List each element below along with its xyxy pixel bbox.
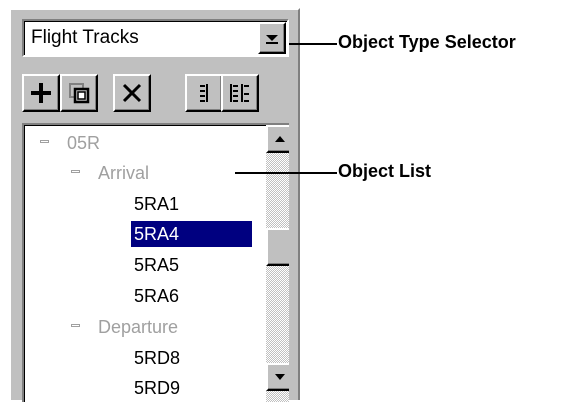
list-item-selected[interactable]: 5RA4 (131, 221, 252, 247)
expand-list-icon (230, 84, 249, 102)
object-panel: Flight Tracks 05R Arrival 5RA1 5RA4 5RA5… (9, 8, 300, 402)
chevron-down-icon (266, 35, 278, 44)
collapse-all-button[interactable] (185, 74, 223, 112)
tree-group-arrival[interactable]: Arrival (98, 160, 149, 186)
list-item[interactable]: 5RD9 (134, 375, 180, 401)
tree-group-05r[interactable]: 05R (67, 130, 100, 156)
add-button[interactable] (22, 74, 60, 112)
collapse-list-icon (200, 84, 208, 102)
chevron-up-icon (275, 136, 285, 142)
object-type-selector-value: Flight Tracks (31, 27, 139, 48)
copy-icon (69, 83, 90, 104)
plus-icon (31, 83, 51, 103)
callout-leader-selector (289, 43, 337, 45)
collapse-toggle-icon[interactable] (71, 170, 80, 173)
list-item[interactable]: 5RA5 (134, 252, 179, 278)
object-type-selector[interactable]: Flight Tracks (22, 19, 289, 57)
scrollbar-thumb[interactable] (266, 228, 289, 266)
callout-object-type-selector: Object Type Selector (338, 32, 516, 52)
scroll-up-button[interactable] (266, 125, 289, 153)
object-list[interactable]: 05R Arrival 5RA1 5RA4 5RA5 5RA6 Departur… (22, 123, 289, 402)
delete-button[interactable] (113, 74, 151, 112)
callout-leader-list (235, 172, 337, 174)
expand-all-button[interactable] (221, 74, 259, 112)
list-item[interactable]: 5RA1 (134, 191, 179, 217)
list-item[interactable]: 5RA6 (134, 283, 179, 309)
tree-group-departure[interactable]: Departure (98, 314, 178, 340)
chevron-down-icon (275, 374, 285, 380)
copy-button[interactable] (60, 74, 98, 112)
object-type-dropdown-button[interactable] (258, 22, 286, 54)
scroll-down-button[interactable] (266, 363, 289, 391)
vertical-scrollbar[interactable] (266, 125, 289, 402)
close-icon (122, 83, 142, 103)
list-item[interactable]: 5RD8 (134, 345, 180, 371)
callout-object-list: Object List (338, 161, 432, 181)
collapse-toggle-icon[interactable] (40, 140, 49, 143)
collapse-toggle-icon[interactable] (71, 324, 80, 327)
